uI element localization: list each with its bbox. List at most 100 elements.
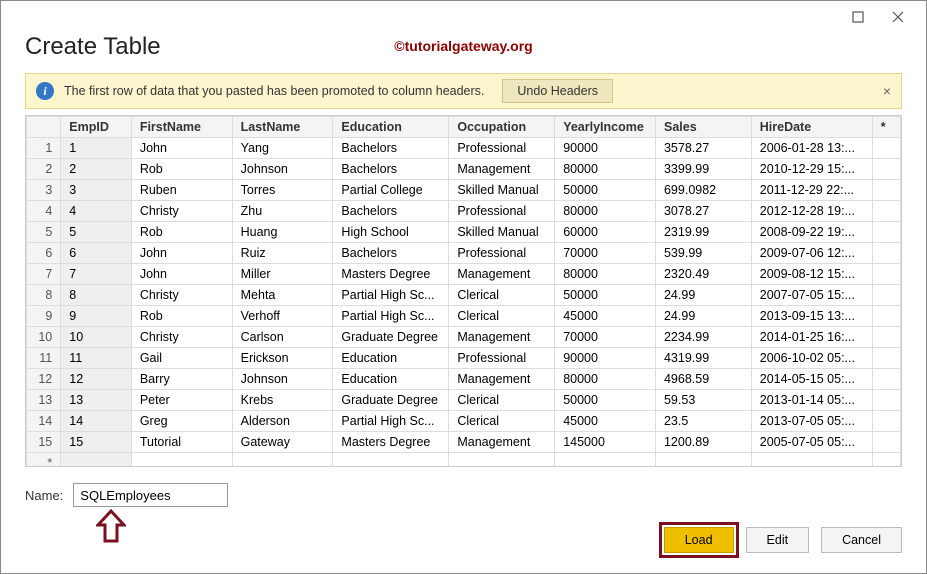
cell[interactable]: Clerical [449,390,555,411]
cell[interactable]: Masters Degree [333,432,449,453]
cell[interactable]: 24.99 [655,306,751,327]
table-row[interactable]: 1010ChristyCarlsonGraduate DegreeManagem… [27,327,901,348]
cell[interactable]: Ruiz [232,243,333,264]
cell[interactable] [872,453,900,468]
cell[interactable]: 70000 [555,327,656,348]
col-header[interactable]: FirstName [131,117,232,138]
cell[interactable]: 2013-01-14 05:... [751,390,872,411]
cell[interactable]: Johnson [232,159,333,180]
cell[interactable]: Education [333,369,449,390]
cell[interactable]: 2012-12-28 19:... [751,201,872,222]
cell[interactable]: 2009-07-06 12:... [751,243,872,264]
table-row[interactable]: 22RobJohnsonBachelorsManagement800003399… [27,159,901,180]
cell[interactable]: Peter [131,390,232,411]
cell[interactable]: 3078.27 [655,201,751,222]
cell[interactable]: Alderson [232,411,333,432]
cell[interactable]: Management [449,264,555,285]
table-row[interactable]: 1111GailEricksonEducationProfessional900… [27,348,901,369]
col-header[interactable]: LastName [232,117,333,138]
cell[interactable]: 3578.27 [655,138,751,159]
cell[interactable]: 2234.99 [655,327,751,348]
cell[interactable]: 2319.99 [655,222,751,243]
cell[interactable]: Christy [131,327,232,348]
cell[interactable]: 3 [61,180,132,201]
cell[interactable]: Verhoff [232,306,333,327]
table-row[interactable]: 77JohnMillerMasters DegreeManagement8000… [27,264,901,285]
cell[interactable]: Skilled Manual [449,222,555,243]
cell[interactable]: 2006-01-28 13:... [751,138,872,159]
cell[interactable]: 15 [61,432,132,453]
cell[interactable]: 4319.99 [655,348,751,369]
cell[interactable]: Bachelors [333,159,449,180]
cell[interactable]: 8 [61,285,132,306]
cell[interactable]: Christy [131,201,232,222]
cell[interactable]: 539.99 [655,243,751,264]
table-row[interactable]: 44ChristyZhuBachelorsProfessional8000030… [27,201,901,222]
cell[interactable]: Christy [131,285,232,306]
cell[interactable]: Tutorial [131,432,232,453]
table-row[interactable]: 1212BarryJohnsonEducationManagement80000… [27,369,901,390]
data-grid[interactable]: EmpID FirstName LastName Education Occup… [25,115,902,467]
cell[interactable]: 2014-05-15 05:... [751,369,872,390]
cell[interactable] [61,453,132,468]
cell[interactable]: Bachelors [333,138,449,159]
cell[interactable] [751,453,872,468]
cell[interactable]: 2006-10-02 05:... [751,348,872,369]
cell[interactable]: 5 [61,222,132,243]
col-header[interactable]: EmpID [61,117,132,138]
table-row[interactable]: 99RobVerhoffPartial High Sc...Clerical45… [27,306,901,327]
cell[interactable]: High School [333,222,449,243]
cell[interactable]: 50000 [555,285,656,306]
banner-close-button[interactable]: × [883,83,891,99]
table-row[interactable]: 1313PeterKrebsGraduate DegreeClerical500… [27,390,901,411]
cell[interactable]: Management [449,159,555,180]
cell[interactable]: 12 [61,369,132,390]
cell[interactable]: John [131,243,232,264]
cell[interactable]: Gail [131,348,232,369]
cell[interactable] [555,453,656,468]
cell[interactable]: 3399.99 [655,159,751,180]
cell[interactable]: 11 [61,348,132,369]
cell[interactable]: Management [449,369,555,390]
cell[interactable]: Barry [131,369,232,390]
cell[interactable]: Johnson [232,369,333,390]
cell[interactable]: Zhu [232,201,333,222]
cell[interactable]: Miller [232,264,333,285]
cell[interactable]: Erickson [232,348,333,369]
cell[interactable]: 80000 [555,264,656,285]
cell[interactable]: Torres [232,180,333,201]
table-row[interactable]: 1515TutorialGatewayMasters DegreeManagem… [27,432,901,453]
edit-button[interactable]: Edit [746,527,810,553]
table-row[interactable]: 88ChristyMehtaPartial High Sc...Clerical… [27,285,901,306]
cell[interactable]: Management [449,432,555,453]
cell[interactable]: John [131,264,232,285]
cell[interactable]: 4968.59 [655,369,751,390]
cell[interactable]: 23.5 [655,411,751,432]
cell[interactable]: Management [449,327,555,348]
cell[interactable]: Graduate Degree [333,390,449,411]
cell[interactable]: Carlson [232,327,333,348]
cell[interactable]: Masters Degree [333,264,449,285]
cell[interactable]: 10 [61,327,132,348]
cell[interactable]: 6 [61,243,132,264]
cell[interactable]: 13 [61,390,132,411]
col-header-star[interactable]: * [872,117,900,138]
cell[interactable]: Professional [449,348,555,369]
close-window-button[interactable] [878,3,918,31]
cell[interactable]: Clerical [449,411,555,432]
cell[interactable]: 7 [61,264,132,285]
cell[interactable]: 2010-12-29 15:... [751,159,872,180]
cell[interactable]: 2008-09-22 19:... [751,222,872,243]
cell[interactable]: 2014-01-25 16:... [751,327,872,348]
undo-headers-button[interactable]: Undo Headers [502,79,613,103]
cell[interactable]: Clerical [449,306,555,327]
cell[interactable]: 45000 [555,306,656,327]
table-row[interactable]: 1414GregAldersonPartial High Sc...Cleric… [27,411,901,432]
cell[interactable]: Huang [232,222,333,243]
cell[interactable] [449,453,555,468]
cell[interactable]: 90000 [555,348,656,369]
cell[interactable]: 50000 [555,390,656,411]
cell[interactable]: 2005-07-05 05:... [751,432,872,453]
cell[interactable]: Clerical [449,285,555,306]
cell[interactable]: 2013-07-05 05:... [751,411,872,432]
